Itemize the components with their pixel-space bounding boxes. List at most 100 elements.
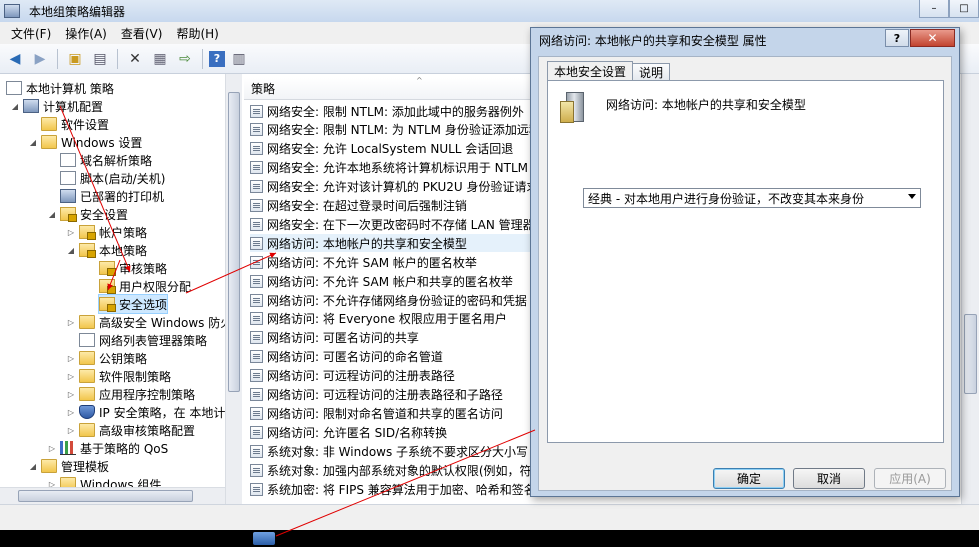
- taskbar-app-icon[interactable]: [253, 532, 275, 545]
- up-folder-icon[interactable]: ▣: [64, 48, 86, 70]
- list-item[interactable]: 网络安全: 限制 NTLM: 为 NTLM 身份验证添加远程: [250, 121, 535, 139]
- tree-item-qos[interactable]: ▷ 基于策略的 QoS: [47, 439, 168, 457]
- tree-item-firewall[interactable]: ▷ 高级安全 Windows 防火: [66, 313, 232, 331]
- tree-item-scripts[interactable]: 脚本(启动/关机): [60, 169, 165, 187]
- tree-horizontal-scrollbar[interactable]: [0, 487, 225, 504]
- list-item[interactable]: 系统加密: 将 FIPS 兼容算法用于加密、哈希和签名: [250, 480, 535, 498]
- tree-item-ip-security[interactable]: ▷ IP 安全策略，在 本地计: [66, 403, 225, 421]
- tree-item-account-policies[interactable]: ▷ 帐户策略: [66, 223, 147, 241]
- tree-item-network-list[interactable]: 网络列表管理器策略: [79, 331, 207, 349]
- sharing-model-select[interactable]: 经典 - 对本地用户进行身份验证，不改变其本来身份: [583, 188, 921, 208]
- tree-item-computer-config[interactable]: ◢ 计算机配置: [10, 97, 103, 115]
- tree-item-software-restriction[interactable]: ▷ 软件限制策略: [66, 367, 171, 385]
- list-item[interactable]: 网络访问: 可远程访问的注册表路径: [250, 367, 535, 385]
- list-item[interactable]: 系统对象: 加强内部系统对象的默认权限(例如，符: [250, 461, 535, 479]
- list-item[interactable]: 网络安全: 在下一次更改密码时不存储 LAN 管理器: [250, 215, 535, 233]
- tree-item-audit-policy[interactable]: 审核策略: [99, 259, 167, 277]
- tree-item-advanced-audit[interactable]: ▷ 高级审核策略配置: [66, 421, 195, 439]
- expand-arrow-icon[interactable]: ▷: [66, 408, 76, 417]
- expand-arrow-icon[interactable]: ▷: [66, 372, 76, 381]
- expand-arrow-icon[interactable]: ◢: [66, 246, 76, 255]
- expand-arrow-icon[interactable]: ▷: [66, 426, 76, 435]
- scroll-thumb[interactable]: [228, 92, 240, 392]
- tree-item-root[interactable]: 本地计算机 策略: [6, 79, 114, 97]
- menu-file[interactable]: 文件(F): [4, 23, 58, 44]
- expand-arrow-icon[interactable]: ▷: [66, 318, 76, 327]
- ok-button[interactable]: 确定: [713, 468, 785, 489]
- expand-arrow-icon[interactable]: ◢: [28, 138, 38, 147]
- cancel-button[interactable]: 取消: [793, 468, 865, 489]
- expand-arrow-icon[interactable]: ◢: [28, 462, 38, 471]
- back-icon[interactable]: ◀: [4, 48, 26, 70]
- menu-view[interactable]: 查看(V): [114, 23, 170, 44]
- list-item[interactable]: 网络访问: 不允许 SAM 帐户和共享的匿名枚举: [250, 272, 535, 290]
- list-item[interactable]: 网络访问: 允许匿名 SID/名称转换: [250, 423, 535, 441]
- list-item[interactable]: 网络访问: 可匿名访问的共享: [250, 329, 535, 347]
- tree-item-security-settings[interactable]: ◢ 安全设置: [47, 205, 128, 223]
- list-item[interactable]: 网络访问: 不允许存储网络身份验证的密码和凭据: [250, 291, 535, 309]
- list-item[interactable]: 网络访问: 可远程访问的注册表路径和子路径: [250, 386, 535, 404]
- view-icon[interactable]: ▥: [228, 48, 250, 70]
- show-tree-icon[interactable]: ▤: [89, 48, 111, 70]
- tree-item-windows-settings[interactable]: ◢ Windows 设置: [28, 133, 142, 151]
- expand-arrow-icon[interactable]: ▷: [66, 228, 76, 237]
- folder-icon: [99, 279, 116, 294]
- column-label: 策略: [251, 82, 276, 96]
- tree-item-security-options[interactable]: 安全选项: [97, 294, 169, 314]
- expand-arrow-icon[interactable]: ◢: [47, 210, 57, 219]
- delete-icon[interactable]: ✕: [124, 48, 146, 70]
- folder-icon: [79, 351, 95, 365]
- list-item[interactable]: 系统对象: 非 Windows 子系统不要求区分大小写: [250, 442, 535, 460]
- apply-button[interactable]: 应用(A): [874, 468, 946, 489]
- tree-item-user-rights[interactable]: 用户权限分配: [99, 277, 191, 295]
- list-item[interactable]: 网络访问: 本地帐户的共享和安全模型: [250, 234, 535, 253]
- expand-arrow-icon[interactable]: ▷: [47, 444, 57, 453]
- tree-item-printers[interactable]: 已部署的打印机: [60, 187, 164, 205]
- scroll-thumb[interactable]: [18, 490, 193, 502]
- tree-item-app-control[interactable]: ▷ 应用程序控制策略: [66, 385, 195, 403]
- forward-icon[interactable]: ▶: [29, 48, 51, 70]
- tree-vertical-scrollbar[interactable]: [225, 74, 242, 504]
- column-header-policy[interactable]: 策略 ^: [244, 76, 535, 100]
- list-vertical-scrollbar[interactable]: [961, 74, 979, 504]
- tab-local-security-setting[interactable]: 本地安全设置: [547, 61, 634, 81]
- tree-item-local-policies[interactable]: ◢ 本地策略: [66, 241, 147, 259]
- expand-arrow-icon[interactable]: ▷: [66, 354, 76, 363]
- list-item-label: 网络安全: 允许 LocalSystem NULL 会话回退: [267, 142, 514, 157]
- menu-action[interactable]: 操作(A): [58, 23, 114, 44]
- policy-setting-icon: [250, 444, 263, 458]
- tree-item-admin-templates[interactable]: ◢ 管理模板: [28, 457, 109, 475]
- expand-arrow-icon[interactable]: ◢: [10, 102, 20, 111]
- minimize-button[interactable]: –: [919, 0, 949, 18]
- help-icon[interactable]: ?: [209, 50, 225, 67]
- properties-icon[interactable]: ▦: [149, 48, 171, 70]
- list-item[interactable]: 网络安全: 允许 LocalSystem NULL 会话回退: [250, 140, 535, 158]
- list-item[interactable]: 网络安全: 允许本地系统将计算机标识用于 NTLM: [250, 159, 535, 177]
- maximize-button[interactable]: □: [949, 0, 979, 18]
- help-button[interactable]: ?: [885, 29, 909, 47]
- tree-item-label: 高级安全 Windows 防火: [99, 315, 233, 330]
- tab-explain[interactable]: 说明: [632, 63, 671, 81]
- tree-item-name-resolution[interactable]: 域名解析策略: [60, 151, 152, 169]
- policy-setting-icon: [250, 369, 263, 383]
- folder-icon: [41, 135, 57, 149]
- list-item[interactable]: 网络访问: 可匿名访问的命名管道: [250, 348, 535, 366]
- list-item[interactable]: 网络访问: 不允许 SAM 帐户的匿名枚举: [250, 253, 535, 271]
- tree-item-label: 计算机配置: [43, 99, 104, 114]
- chevron-down-icon[interactable]: [908, 194, 916, 199]
- list-item[interactable]: 网络安全: 允许对该计算机的 PKU2U 身份验证请求: [250, 178, 535, 196]
- list-item-label: 网络安全: 允许对该计算机的 PKU2U 身份验证请求: [267, 180, 535, 195]
- computer-icon: [23, 99, 39, 113]
- tree-item-public-key[interactable]: ▷ 公钥策略: [66, 349, 147, 367]
- menu-help[interactable]: 帮助(H): [169, 23, 225, 44]
- scroll-thumb[interactable]: [964, 314, 977, 394]
- list-item[interactable]: 网络访问: 将 Everyone 权限应用于匿名用户: [250, 310, 535, 328]
- export-icon[interactable]: ⇨: [174, 48, 196, 70]
- expand-arrow-icon[interactable]: ▷: [66, 390, 76, 399]
- list-item[interactable]: 网络访问: 限制对命名管道和共享的匿名访问: [250, 404, 535, 422]
- list-item[interactable]: 网络安全: 限制 NTLM: 添加此域中的服务器例外: [250, 102, 535, 120]
- document-icon: [60, 153, 76, 167]
- list-item[interactable]: 网络安全: 在超过登录时间后强制注销: [250, 197, 535, 215]
- tree-item-software-settings[interactable]: 软件设置: [41, 115, 109, 133]
- close-button[interactable]: ✕: [910, 29, 955, 47]
